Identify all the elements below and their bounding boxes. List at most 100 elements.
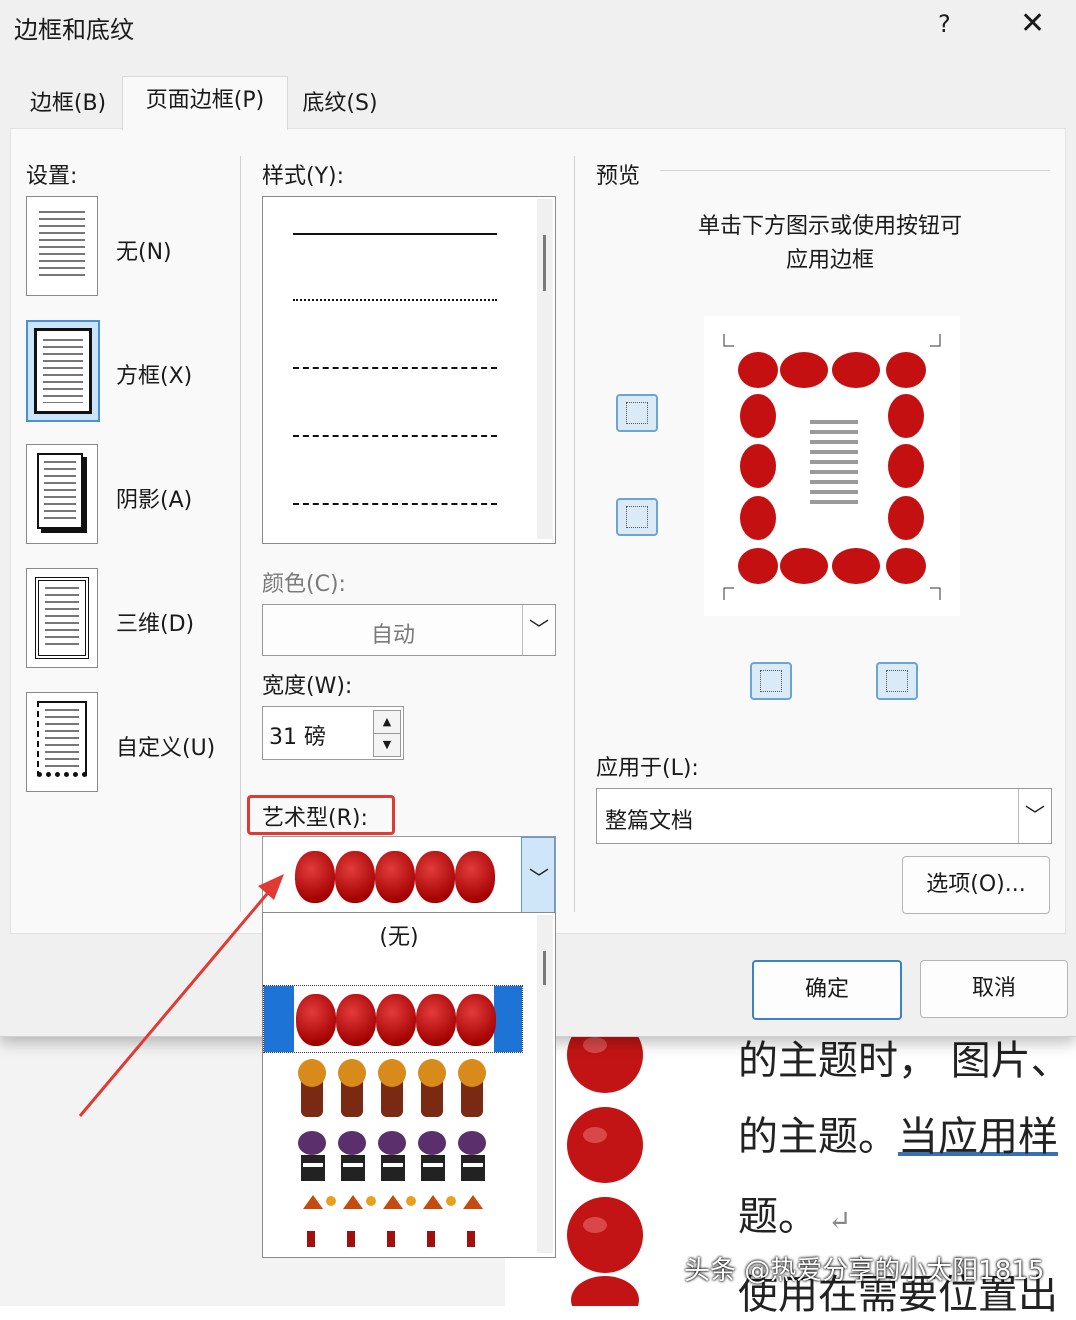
apple-icon	[335, 851, 375, 903]
top-border-button[interactable]	[616, 394, 658, 432]
setting-none-label[interactable]: 无(N)	[116, 234, 172, 266]
chevron-down-icon: ﹀	[529, 866, 549, 890]
art-dropdown-list[interactable]: (无)	[262, 912, 556, 1258]
close-button[interactable]: ✕	[1020, 6, 1045, 41]
apply-to-combo[interactable]: 整篇文档 ﹀	[596, 788, 1052, 844]
setting-3d-label[interactable]: 三维(D)	[116, 606, 194, 638]
color-label: 颜色(C):	[262, 572, 346, 597]
tab-shading[interactable]: 底纹(S)	[292, 80, 388, 128]
custom-frame-icon	[37, 701, 87, 777]
setting-shadow-icon[interactable]	[26, 444, 98, 544]
preview-hint-line2: 应用边框	[785, 248, 874, 273]
style-dashed-line[interactable]	[293, 367, 497, 369]
apple-art-selected	[295, 843, 495, 907]
shadow-frame-icon	[37, 453, 83, 529]
text-lines-icon	[45, 587, 79, 649]
3d-frame-icon	[35, 577, 89, 659]
spin-up-icon[interactable]: ▲	[373, 710, 401, 734]
cake-icon	[298, 1131, 486, 1181]
document-text-line-3: 题。 ↵	[738, 1184, 851, 1242]
setting-box-icon[interactable]	[26, 320, 100, 422]
art-combo[interactable]: ﹀	[262, 836, 556, 915]
preview-rule	[660, 170, 1050, 171]
column-divider	[240, 156, 241, 912]
scrollbar-thumb[interactable]	[543, 235, 546, 291]
tab-page-border[interactable]: 页面边框(P)	[122, 76, 288, 130]
box-frame-icon	[34, 328, 92, 414]
flower-pot-icon	[298, 1059, 486, 1117]
art-list-scrollbar[interactable]	[537, 915, 553, 1253]
art-option-cake[interactable]	[295, 1125, 495, 1189]
setting-shadow-label[interactable]: 阴影(A)	[116, 482, 192, 514]
style-solid-line[interactable]	[293, 233, 497, 235]
color-combo[interactable]: 自动 ﹀	[262, 604, 556, 656]
text-lines-icon	[39, 211, 85, 281]
setting-none-icon[interactable]	[26, 196, 98, 296]
apple-icon	[455, 851, 495, 903]
setting-box-label[interactable]: 方框(X)	[116, 358, 192, 390]
art-option-none[interactable]: (无)	[263, 919, 535, 951]
document-text-plain: 的主题。	[738, 1114, 898, 1160]
ok-button[interactable]: 确定	[752, 960, 902, 1020]
apple-icon	[456, 994, 496, 1046]
style-label: 样式(Y):	[262, 164, 345, 189]
apple-icon	[375, 851, 415, 903]
document-text-link: 当应用样	[898, 1114, 1058, 1160]
art-dropdown-button[interactable]: ﹀	[521, 837, 555, 915]
preview-page[interactable]	[704, 316, 960, 616]
settings-label: 设置:	[26, 164, 78, 189]
dialog-title: 边框和底纹	[14, 16, 134, 44]
art-option-apple-selected[interactable]	[263, 985, 523, 1053]
selection-bar	[494, 986, 522, 1052]
apple-icon	[415, 851, 455, 903]
options-button[interactable]: 选项(O)...	[902, 856, 1050, 914]
scrollbar-thumb[interactable]	[543, 951, 546, 985]
width-spinner[interactable]: 31 磅 ▲ ▼	[262, 706, 404, 760]
text-lines-icon	[45, 709, 79, 768]
preview-label: 预览	[596, 164, 641, 189]
width-label: 宽度(W):	[262, 674, 353, 699]
apple-icon	[296, 994, 336, 1046]
spin-down-icon[interactable]: ▼	[373, 733, 401, 757]
style-long-dashed-line[interactable]	[293, 435, 497, 437]
column-divider	[574, 156, 575, 912]
document-text-line-2: 的主题。当应用样	[738, 1104, 1058, 1162]
apply-to-value: 整篇文档	[605, 809, 694, 834]
chevron-down-icon[interactable]: ﹀	[522, 605, 555, 655]
color-value: 自动	[370, 623, 415, 648]
preview-apple-border	[723, 334, 941, 600]
chevron-down-icon[interactable]: ﹀	[1018, 789, 1051, 843]
setting-custom-icon[interactable]	[26, 692, 98, 792]
art-option-flower-pot[interactable]	[295, 1057, 495, 1121]
document-apple-border	[567, 1017, 643, 1306]
apple-icon	[295, 851, 335, 903]
style-list-scrollbar[interactable]	[537, 199, 553, 539]
apple-art	[296, 988, 496, 1052]
style-dotted-line[interactable]	[293, 299, 497, 301]
left-border-button[interactable]	[750, 662, 792, 700]
document-text-end: 题。	[738, 1194, 818, 1240]
text-lines-icon	[43, 339, 83, 403]
help-button[interactable]: ?	[938, 10, 951, 38]
text-lines-icon	[44, 461, 76, 521]
width-value: 31 磅	[269, 725, 326, 750]
preview-hint-line1: 单击下方图示或使用按钮可	[697, 214, 962, 239]
setting-custom-label[interactable]: 自定义(U)	[116, 730, 215, 762]
watermark: 头条 @热爱分享的小太阳1815	[684, 1256, 1045, 1286]
right-border-button[interactable]	[876, 662, 918, 700]
art-label-highlight-box	[247, 795, 395, 835]
apple-icon	[416, 994, 456, 1046]
tab-borders[interactable]: 边框(B)	[20, 80, 116, 128]
setting-3d-icon[interactable]	[26, 568, 98, 668]
style-list[interactable]	[262, 196, 556, 544]
paragraph-mark-icon: ↵	[828, 1204, 852, 1237]
art-option-candy[interactable]	[295, 1189, 495, 1253]
cancel-button[interactable]: 取消	[920, 960, 1068, 1018]
selection-bar	[264, 986, 294, 1052]
candy-icon	[303, 1195, 483, 1247]
apple-icon	[376, 994, 416, 1046]
apple-icon	[336, 994, 376, 1046]
apply-to-label: 应用于(L):	[596, 756, 699, 781]
style-dash-dot-line[interactable]	[293, 503, 497, 505]
bottom-border-button[interactable]	[616, 498, 658, 536]
